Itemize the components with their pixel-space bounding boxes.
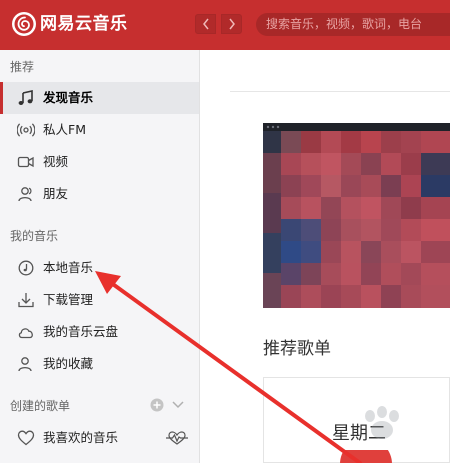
sidebar-item-video[interactable]: 视频	[0, 146, 199, 178]
app-title: 网易云音乐	[40, 14, 128, 34]
clock-music-icon	[18, 260, 34, 276]
sidebar-item-music-cloud[interactable]: 我的音乐云盘	[0, 316, 199, 348]
pixelated-banner-graphic	[263, 123, 450, 308]
sidebar-item-label: 发现音乐	[43, 90, 94, 105]
music-note-icon	[18, 90, 33, 105]
sidebar-item-label: 朋友	[43, 186, 69, 201]
main-content: 推荐歌单 星期二	[201, 50, 450, 463]
sidebar-item-personal-fm[interactable]: 私人FM	[0, 114, 199, 146]
chevron-left-icon	[202, 18, 209, 30]
heartbeat-mode-icon[interactable]	[166, 431, 188, 445]
card-red-badge-icon	[340, 450, 392, 463]
sidebar-item-label: 下载管理	[43, 292, 94, 307]
netease-logo-icon[interactable]	[12, 12, 36, 36]
divider	[230, 91, 450, 92]
chevron-down-icon[interactable]	[171, 400, 185, 410]
section-title-recommend: 推荐	[10, 60, 35, 74]
friends-icon	[18, 187, 32, 202]
back-button[interactable]	[195, 14, 216, 34]
radio-icon	[17, 123, 35, 137]
heart-icon	[17, 430, 35, 446]
search-input[interactable]: 搜索音乐，视频，歌词，电台	[256, 13, 450, 36]
sidebar-item-label: 我的收藏	[43, 356, 94, 371]
sidebar-item-download-manager[interactable]: 下载管理	[0, 284, 199, 316]
video-icon	[17, 156, 34, 168]
title-bar: 网易云音乐 搜索音乐，视频，歌词，电台	[0, 0, 450, 50]
sidebar-item-my-collection[interactable]: 我的收藏	[0, 348, 199, 380]
sidebar-item-label: 视频	[43, 154, 69, 169]
sidebar-item-discover-music[interactable]: 发现音乐	[0, 82, 199, 114]
section-title-created-playlists: 创建的歌单	[10, 399, 71, 413]
sidebar-item-label: 本地音乐	[43, 260, 94, 275]
download-icon	[18, 293, 34, 308]
sidebar-item-local-music[interactable]: 本地音乐	[0, 252, 199, 284]
sidebar-item-label: 我的音乐云盘	[43, 324, 119, 339]
sidebar-item-label: 我喜欢的音乐	[43, 430, 119, 445]
sidebar-item-liked-music[interactable]: 我喜欢的音乐	[0, 422, 199, 454]
recommended-playlists-heading: 推荐歌单	[263, 339, 331, 359]
paw-watermark-icon	[365, 406, 399, 439]
section-title-my-music: 我的音乐	[10, 229, 59, 243]
add-playlist-icon[interactable]	[150, 398, 164, 412]
sidebar-item-label: 私人FM	[43, 122, 86, 137]
collection-icon	[18, 357, 32, 372]
search-placeholder: 搜索音乐，视频，歌词，电台	[266, 17, 423, 31]
sidebar-item-friends[interactable]: 朋友	[0, 178, 199, 210]
cloud-icon	[18, 328, 33, 339]
forward-button[interactable]	[221, 14, 242, 34]
chevron-right-icon	[228, 18, 235, 30]
banner-image[interactable]	[263, 123, 450, 308]
sidebar: 推荐 发现音乐 私人FM 视频 朋友 我的音乐 本地音乐 下载管理 我的音乐云盘…	[0, 50, 200, 463]
